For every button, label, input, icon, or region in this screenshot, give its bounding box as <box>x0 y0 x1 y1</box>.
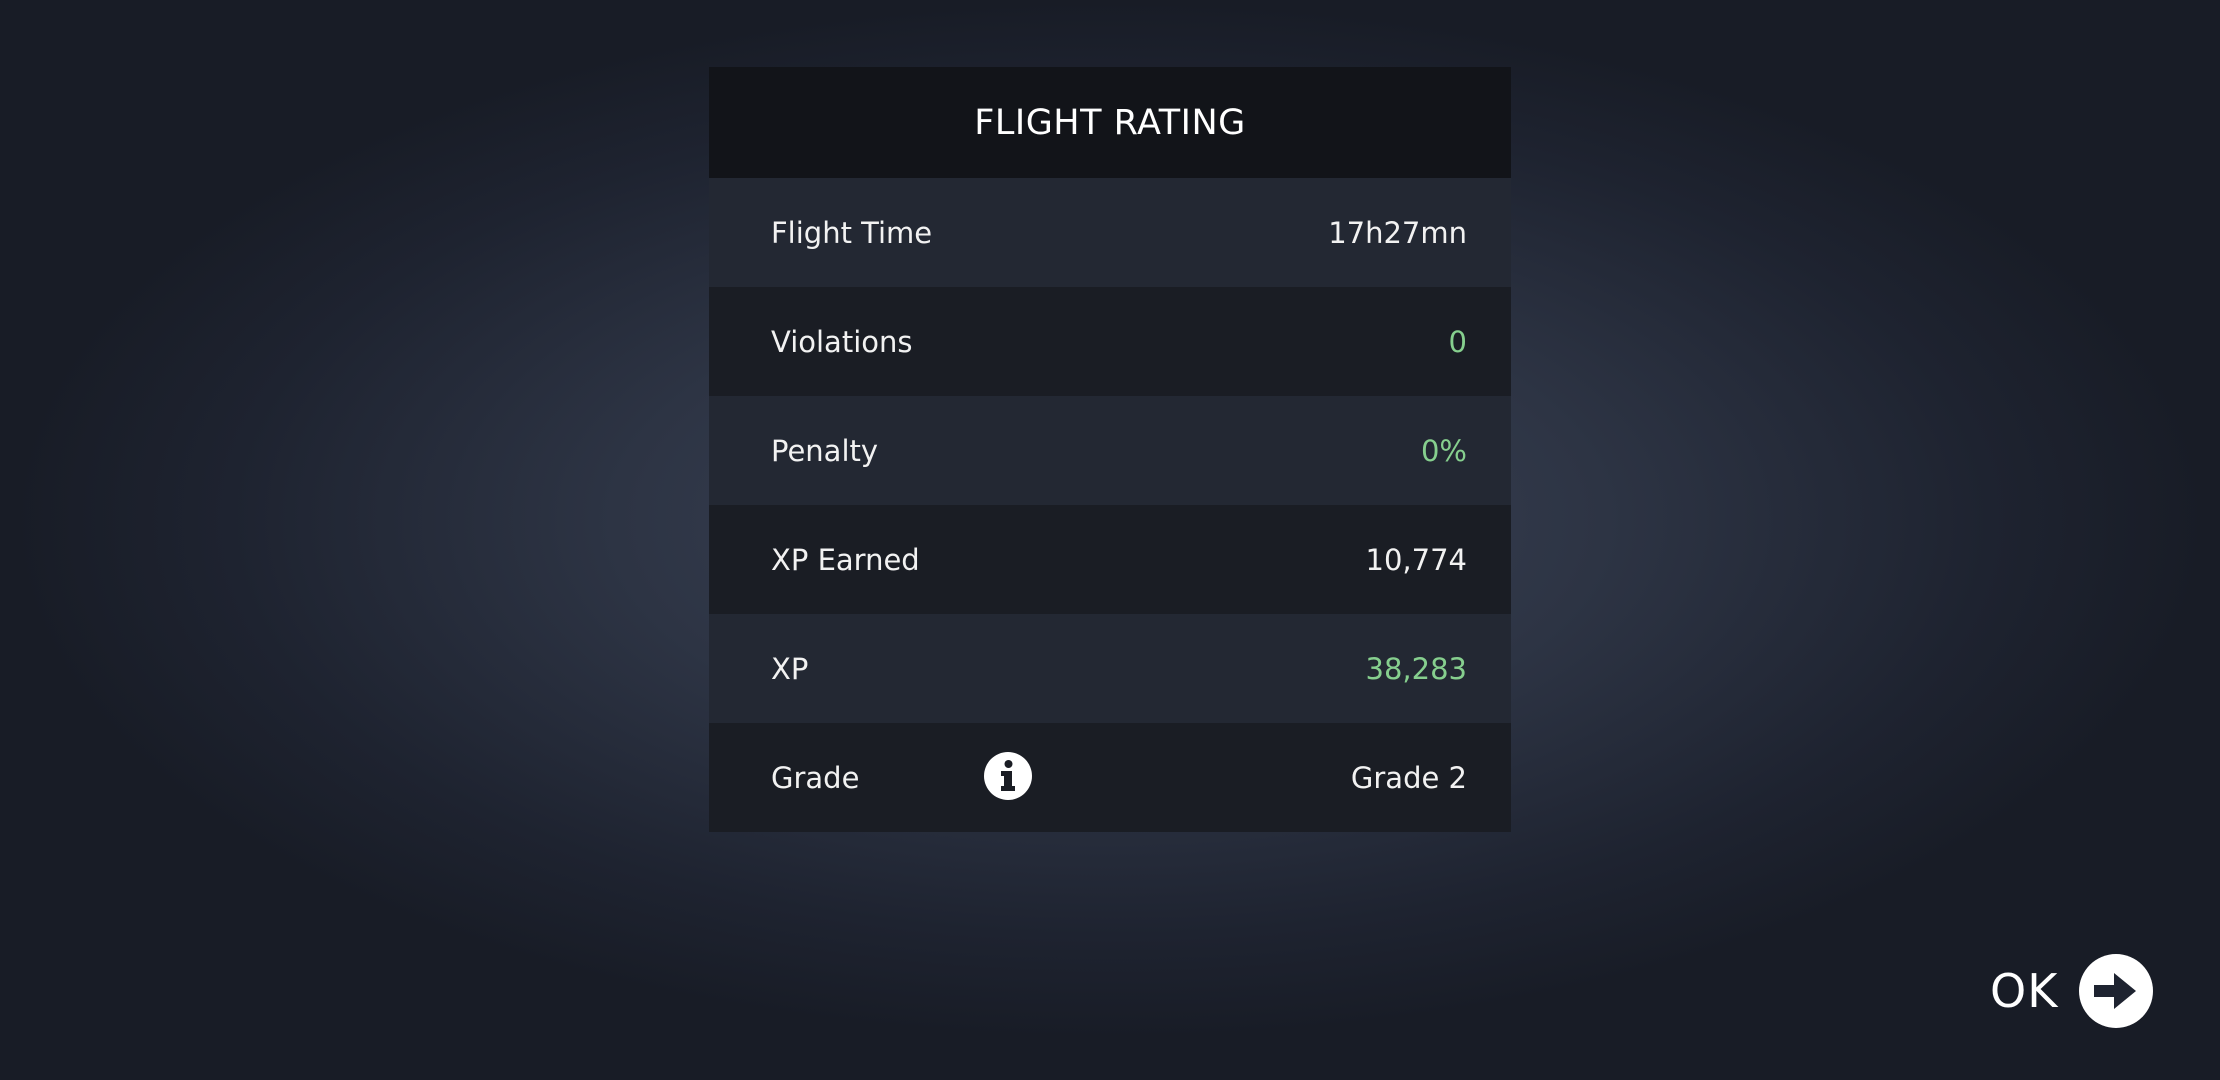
xp-label: XP <box>771 651 809 686</box>
info-icon[interactable] <box>983 751 1033 801</box>
row-xp-earned: XP Earned 10,774 <box>709 505 1511 614</box>
violations-value: 0 <box>1448 324 1467 359</box>
penalty-value: 0% <box>1420 433 1467 468</box>
row-penalty: Penalty 0% <box>709 396 1511 505</box>
violations-label: Violations <box>771 324 913 359</box>
grade-value: Grade 2 <box>1350 760 1467 795</box>
row-grade: Grade Grade 2 <box>709 723 1511 832</box>
grade-label: Grade <box>771 760 860 795</box>
flight-time-value: 17h27mn <box>1328 215 1467 250</box>
row-violations: Violations 0 <box>709 287 1511 396</box>
xp-earned-label: XP Earned <box>771 542 920 577</box>
penalty-label: Penalty <box>771 433 879 468</box>
row-xp: XP 38,283 <box>709 614 1511 723</box>
xp-value: 38,283 <box>1365 651 1467 686</box>
flight-rating-panel: FLIGHT RATING Flight Time 17h27mn Violat… <box>709 67 1511 832</box>
flight-time-label: Flight Time <box>771 215 933 250</box>
ok-button-label: OK <box>1990 964 2059 1018</box>
xp-earned-value: 10,774 <box>1365 542 1467 577</box>
arrow-right-circle-icon <box>2079 954 2154 1028</box>
panel-title: FLIGHT RATING <box>709 67 1511 178</box>
ok-button[interactable]: OK <box>1990 953 2154 1029</box>
row-flight-time: Flight Time 17h27mn <box>709 178 1511 287</box>
